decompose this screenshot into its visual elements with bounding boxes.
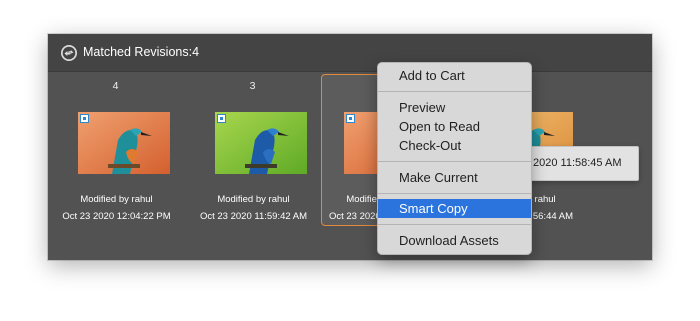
- panel-title: Matched Revisions:4: [83, 45, 200, 59]
- modified-date-text: Oct 23 2020 11:59:42 AM: [199, 211, 308, 222]
- menu-item-download-assets[interactable]: Download Assets: [378, 231, 531, 250]
- menu-divider: [378, 193, 531, 194]
- revision-card-4[interactable]: 4 Modified by rahul Oct 23 2020 12:04:22: [55, 74, 176, 226]
- asset-badge-icon: [80, 114, 89, 123]
- revision-number: 4: [112, 80, 119, 92]
- revision-thumbnail[interactable]: [215, 112, 307, 174]
- tooltip-text: 2020 11:58:45 AM: [533, 157, 622, 169]
- modified-by-text: Modified by rahul: [80, 194, 153, 205]
- asset-badge-icon: [346, 114, 355, 123]
- modified-date-text: Oct 23 2020 12:04:22 PM: [62, 211, 171, 222]
- panel-header: Matched Revisions:4: [48, 34, 652, 72]
- revision-number: 3: [249, 80, 256, 92]
- menu-divider: [378, 161, 531, 162]
- menu-item-make-current[interactable]: Make Current: [378, 168, 531, 187]
- modified-by-text: Modified by rahul: [217, 194, 290, 205]
- menu-item-check-out[interactable]: Check-Out: [378, 136, 531, 155]
- asset-badge-icon: [217, 114, 226, 123]
- revisions-icon: [60, 44, 78, 62]
- context-menu: Add to Cart Preview Open to Read Check-O…: [377, 62, 532, 255]
- menu-item-preview[interactable]: Preview: [378, 98, 531, 117]
- revision-thumbnail[interactable]: [78, 112, 170, 174]
- date-tooltip: 2020 11:58:45 AM: [523, 146, 639, 181]
- menu-item-smart-copy[interactable]: Smart Copy: [378, 199, 531, 218]
- menu-item-open-to-read[interactable]: Open to Read: [378, 117, 531, 136]
- revision-card-3[interactable]: 3 Modified by rahul Oct 23 2020 11:59:42: [192, 74, 313, 226]
- menu-divider: [378, 224, 531, 225]
- menu-divider: [378, 91, 531, 92]
- menu-item-add-to-cart[interactable]: Add to Cart: [378, 66, 531, 85]
